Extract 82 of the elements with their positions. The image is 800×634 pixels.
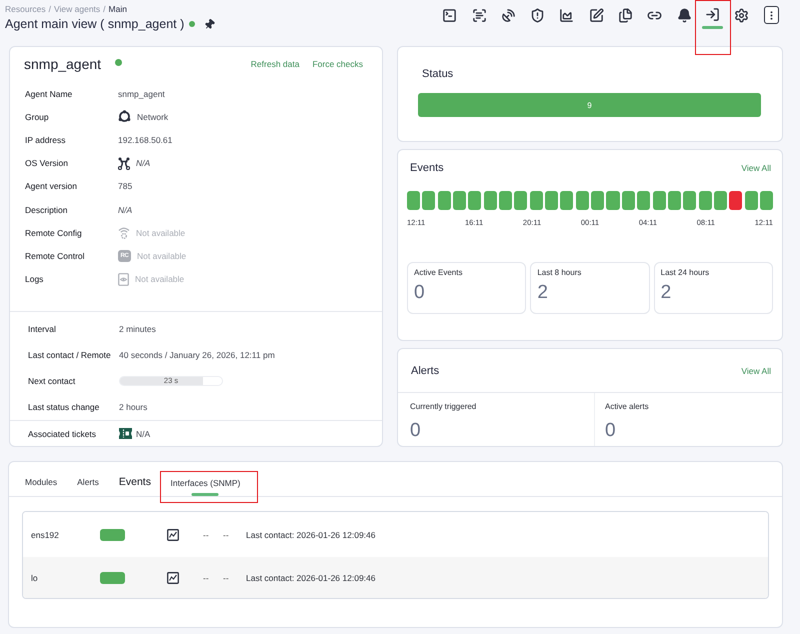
- field-value: N/A: [118, 204, 134, 215]
- field-label: OS Version: [25, 158, 69, 168]
- graph-icon: [167, 572, 179, 584]
- edit-icon: [588, 8, 604, 22]
- stat-label: Active alerts: [605, 402, 650, 412]
- field-label: Next contact: [28, 376, 76, 386]
- status-bar: 9: [418, 93, 761, 117]
- stat-value: 0: [410, 419, 422, 443]
- field-label: Associated tickets: [28, 428, 98, 438]
- tab[interactable]: Modules: [25, 462, 58, 497]
- area-chart-icon: [559, 8, 574, 22]
- tab[interactable]: Alerts: [77, 462, 99, 497]
- field-value: N/A: [136, 158, 150, 168]
- field-label: Last status change: [28, 402, 100, 412]
- stat-value: 2: [660, 281, 672, 305]
- field-value: 2 minutes: [119, 324, 157, 334]
- last-contact: Last contact: 2026-01-26 12:09:46: [246, 572, 376, 582]
- interface-name: ens192: [31, 530, 60, 540]
- graph-icon: [167, 528, 179, 540]
- stat-value: 0: [605, 419, 617, 443]
- agent-name: snmp_agent: [24, 56, 102, 72]
- field-label: Group: [25, 112, 50, 122]
- table-cell-text: --: [203, 530, 210, 540]
- card-title: Events: [410, 160, 444, 174]
- stat-label: Last 8 hours: [537, 268, 582, 278]
- field-value: Not available: [137, 250, 186, 261]
- breadcrumb-separator: /: [48, 4, 52, 14]
- login-icon: [705, 7, 720, 22]
- settings-icon: [734, 8, 750, 22]
- document-eye-icon: [118, 272, 129, 286]
- field-value: Network: [137, 112, 168, 122]
- field-value: Not available: [136, 228, 186, 238]
- table-cell-text: --: [203, 572, 210, 582]
- field-label: Agent version: [25, 181, 78, 192]
- action-link[interactable]: Refresh data: [250, 59, 300, 69]
- bell-icon: [676, 8, 692, 22]
- table-cell-text: --: [223, 572, 230, 582]
- shield-icon: [530, 8, 546, 22]
- card-title: Status: [421, 67, 454, 81]
- page-title: Agent main view ( snmp_agent ): [5, 16, 184, 32]
- stat-value: 0: [414, 281, 426, 305]
- stat-value: 2: [537, 281, 549, 305]
- terminal-icon: [442, 8, 458, 22]
- more-icon: [764, 6, 778, 24]
- ticket-icon: [119, 428, 132, 439]
- wifi-gear-icon: [118, 226, 130, 240]
- field-label: Remote Config: [25, 228, 83, 238]
- field-label: Interval: [28, 324, 57, 334]
- files-icon: [618, 8, 634, 22]
- field-value: snmp_agent: [118, 88, 166, 99]
- breadcrumb-link[interactable]: Resources: [5, 4, 46, 14]
- stat-label: Active Events: [414, 268, 464, 278]
- field-label: IP address: [25, 134, 66, 145]
- last-contact: Last contact: 2026-01-26 12:09:46: [246, 530, 376, 540]
- field-label: Agent Name: [25, 88, 74, 99]
- field-label: Last contact / Remote: [28, 350, 112, 360]
- field-value: 785: [118, 181, 134, 192]
- field-label: Description: [25, 204, 69, 215]
- field-value: 192.168.50.61: [118, 134, 174, 145]
- interface-name: lo: [31, 572, 39, 582]
- stat-label: Currently triggered: [410, 402, 478, 412]
- network-icon: [118, 156, 130, 170]
- field-value: N/A: [136, 428, 150, 438]
- table-cell-text: --: [223, 530, 230, 540]
- breadcrumb-link[interactable]: Main: [108, 4, 127, 14]
- field-label: Remote Control: [25, 250, 86, 261]
- action-link[interactable]: Force checks: [312, 59, 363, 69]
- field-value: 2 hours: [119, 402, 148, 412]
- view-all-link[interactable]: View All: [741, 366, 771, 376]
- breadcrumb-separator: /: [103, 4, 106, 14]
- view-all-link[interactable]: View All: [741, 162, 771, 172]
- field-value: Not available: [135, 274, 184, 284]
- stat-label: Last 24 hours: [660, 268, 710, 278]
- group-icon: [118, 110, 131, 124]
- scan-icon: [472, 8, 487, 22]
- breadcrumb-link[interactable]: View agents: [54, 4, 100, 14]
- tab[interactable]: Interfaces (SNMP): [170, 472, 240, 496]
- tab[interactable]: Events: [118, 462, 151, 497]
- card-title: Alerts: [411, 364, 440, 378]
- field-label: Logs: [25, 274, 44, 284]
- field-value: 40 seconds / January 26, 2026, 12:11 pm: [119, 350, 276, 360]
- satellite-dish-icon: [500, 8, 516, 22]
